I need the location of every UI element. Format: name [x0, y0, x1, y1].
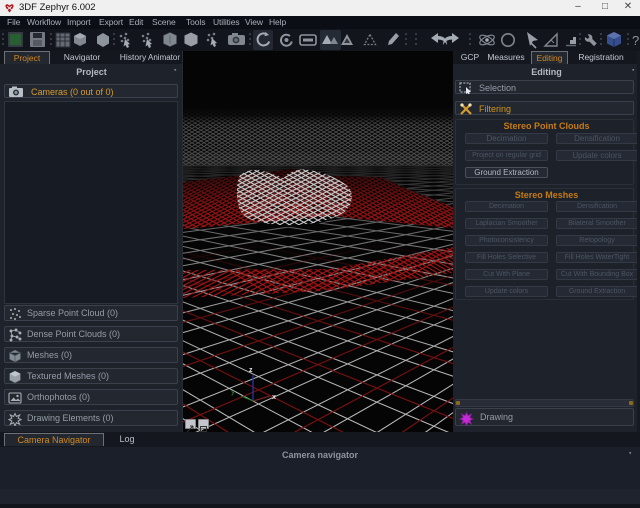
svg-text:?: ?: [632, 33, 639, 48]
svg-text:z: z: [249, 367, 253, 374]
svg-text:x: x: [272, 394, 276, 401]
svg-text:y: y: [231, 389, 235, 396]
